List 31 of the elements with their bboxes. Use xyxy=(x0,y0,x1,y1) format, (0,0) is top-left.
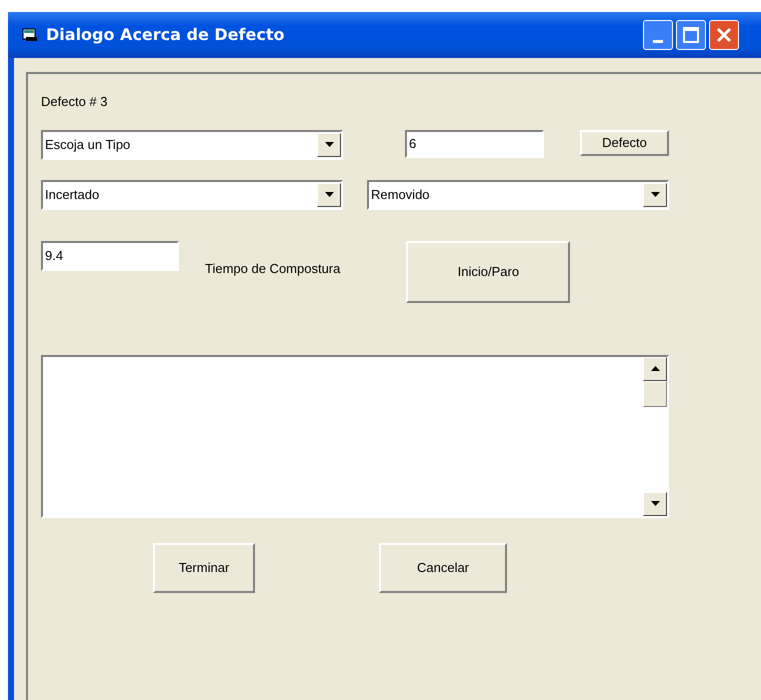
scrollbar[interactable] xyxy=(643,356,667,516)
scroll-up-button[interactable] xyxy=(643,356,667,380)
defect-label: Defecto # 3 xyxy=(41,93,108,111)
caret-icon xyxy=(650,501,660,506)
dropdown[interactable]: Incertado xyxy=(41,180,343,210)
minimize-icon xyxy=(653,40,663,43)
maximize-icon xyxy=(683,27,699,43)
window-title: Dialogo Acerca de Defecto xyxy=(46,24,284,46)
start-stop-button[interactable]: Inicio/Paro xyxy=(406,240,570,302)
caret-icon xyxy=(650,192,660,197)
maximize-button[interactable] xyxy=(676,20,706,50)
dropdown-arrow-button[interactable] xyxy=(317,182,341,206)
dropdown-arrow-button[interactable] xyxy=(643,182,667,206)
defect-button[interactable]: Defecto xyxy=(580,130,669,156)
up-arrow-icon xyxy=(650,366,660,371)
close-button[interactable] xyxy=(709,20,739,50)
time-label: Tiempo de Compostura xyxy=(205,260,340,278)
close-icon xyxy=(716,27,732,43)
minimize-button[interactable] xyxy=(643,20,673,50)
scroll-down-button[interactable] xyxy=(643,492,667,516)
dropdown[interactable]: Removido xyxy=(367,180,669,210)
caret-icon xyxy=(324,142,334,147)
dropdown[interactable]: Escoja un Tipo xyxy=(41,130,343,160)
cancel-button[interactable]: Cancelar xyxy=(379,542,507,592)
dropdown-arrow-button[interactable] xyxy=(317,132,341,156)
caret-icon xyxy=(324,192,334,197)
text-field[interactable]: 6 xyxy=(405,130,544,158)
finish-button[interactable]: Terminar xyxy=(153,542,255,592)
scroll-thumb[interactable] xyxy=(643,380,667,406)
text-field[interactable]: 9.4 xyxy=(41,240,179,270)
window-icon xyxy=(22,28,38,42)
